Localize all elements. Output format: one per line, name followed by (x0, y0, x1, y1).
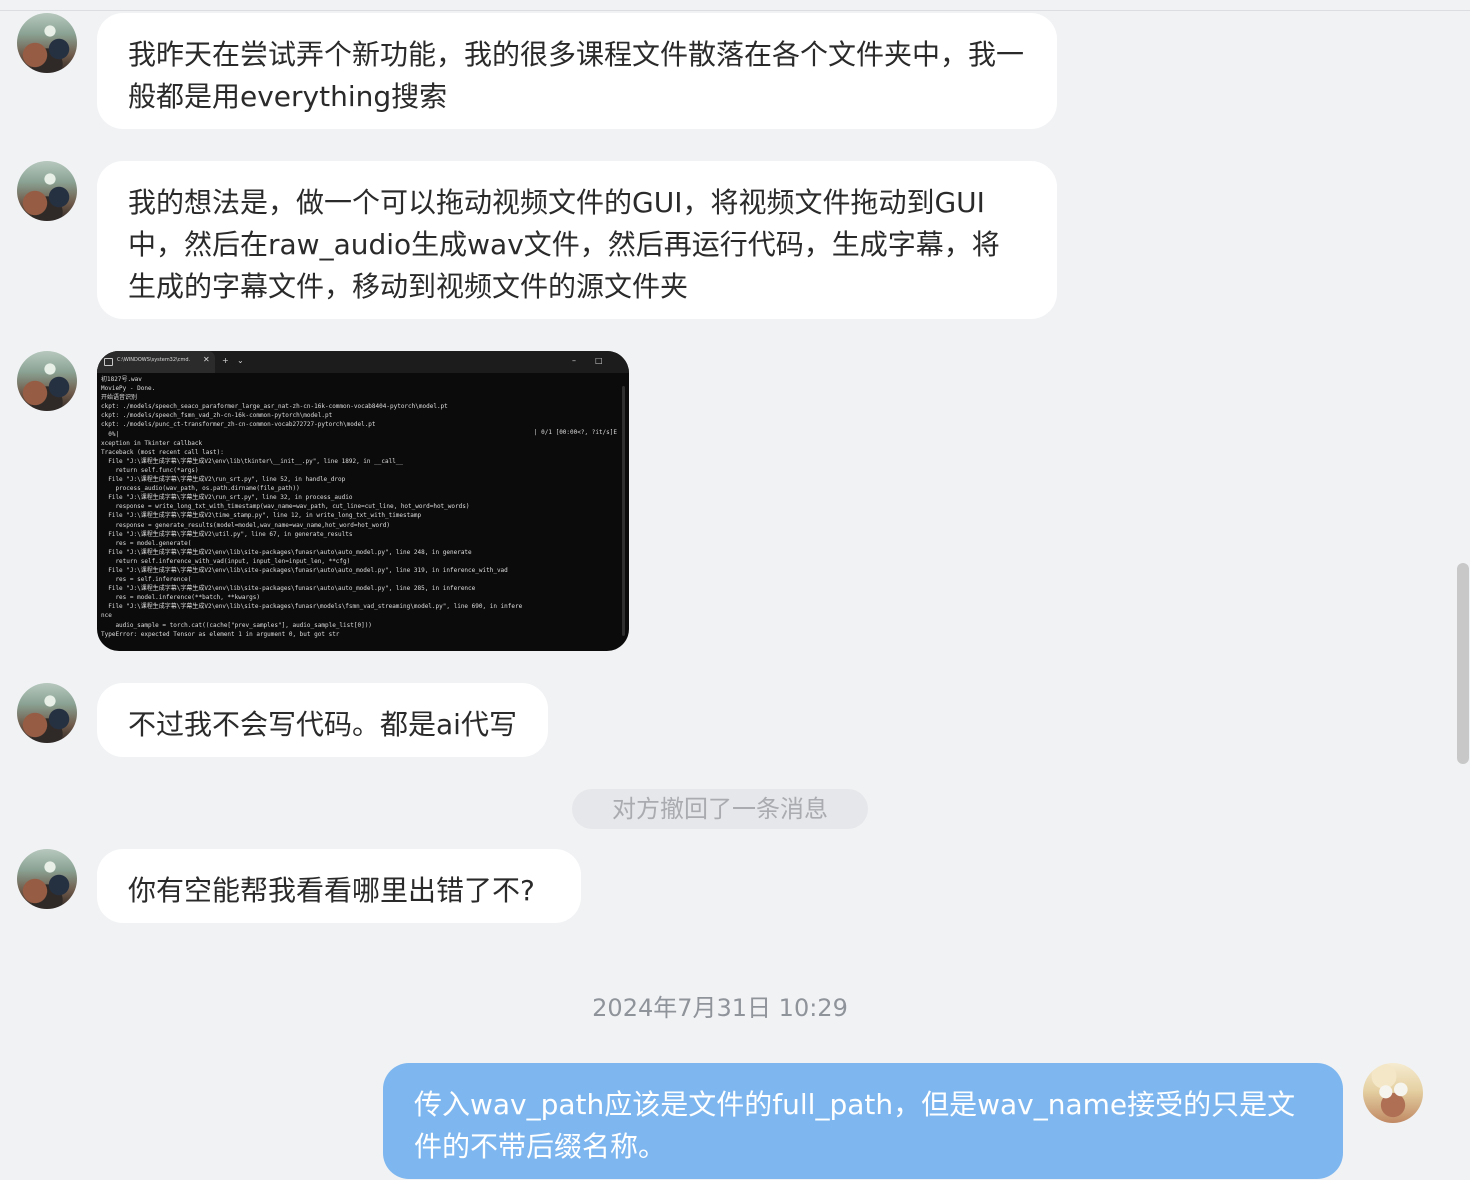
terminal-icon (104, 358, 113, 366)
avatar[interactable] (1363, 1063, 1423, 1123)
message-text: 传入wav_path应该是文件的full_path，但是wav_name接受的只… (414, 1088, 1296, 1163)
terminal-tab-bar: C:\WINDOWS\system32\cmd. ✕ + ⌄ – □ (97, 351, 629, 373)
chat-thread[interactable]: 我昨天在尝试弄个新功能，我的很多课程文件散落在各个文件夹中，我一般都是用ever… (0, 0, 1470, 1180)
maximize-icon: □ (595, 356, 603, 365)
message-bubble[interactable]: 我的想法是，做一个可以拖动视频文件的GUI，将视频文件拖动到GUI中，然后在ra… (97, 161, 1057, 319)
terminal-tab: C:\WINDOWS\system32\cmd. ✕ (97, 351, 215, 373)
terminal-output: 初1827号.wav MoviePy - Done. 开始语音识别 ckpt: … (101, 376, 523, 638)
message-text: 你有空能帮我看看哪里出错了不? (128, 874, 535, 907)
avatar[interactable] (17, 683, 77, 743)
avatar[interactable] (17, 13, 77, 73)
terminal-progress-readout: | 0/1 [00:00<?, ?it/s]E (533, 429, 617, 436)
message-text: 我的想法是，做一个可以拖动视频文件的GUI，将视频文件拖动到GUI中，然后在ra… (128, 186, 1000, 303)
screenshot-image-bubble[interactable]: C:\WINDOWS\system32\cmd. ✕ + ⌄ – □ 初1827… (97, 351, 629, 651)
minimize-icon: – (572, 356, 576, 365)
chat-scrollbar[interactable] (1456, 0, 1470, 1180)
recall-notice-text: 对方撤回了一条消息 (612, 795, 828, 823)
terminal-scrollbar (622, 386, 625, 636)
terminal-tab-title: C:\WINDOWS\system32\cmd. (117, 357, 191, 363)
timestamp-separator: 2024年7月31日 10:29 (592, 994, 848, 1022)
avatar[interactable] (17, 161, 77, 221)
message-bubble[interactable]: 不过我不会写代码。都是ai代写 (97, 683, 548, 757)
message-bubble-self[interactable]: 传入wav_path应该是文件的full_path，但是wav_name接受的只… (383, 1063, 1343, 1179)
avatar[interactable] (17, 351, 77, 411)
recall-notice: 对方撤回了一条消息 (572, 789, 868, 829)
message-text: 我昨天在尝试弄个新功能，我的很多课程文件散落在各个文件夹中，我一般都是用ever… (128, 38, 1025, 113)
close-icon: ✕ (203, 355, 210, 364)
message-bubble[interactable]: 你有空能帮我看看哪里出错了不? (97, 849, 581, 923)
message-bubble[interactable]: 我昨天在尝试弄个新功能，我的很多课程文件散落在各个文件夹中，我一般都是用ever… (97, 13, 1057, 129)
scrollbar-thumb[interactable] (1457, 563, 1469, 764)
message-text: 不过我不会写代码。都是ai代写 (128, 708, 517, 741)
chevron-down-icon: ⌄ (237, 356, 244, 365)
plus-icon: + (222, 356, 229, 365)
avatar[interactable] (17, 849, 77, 909)
